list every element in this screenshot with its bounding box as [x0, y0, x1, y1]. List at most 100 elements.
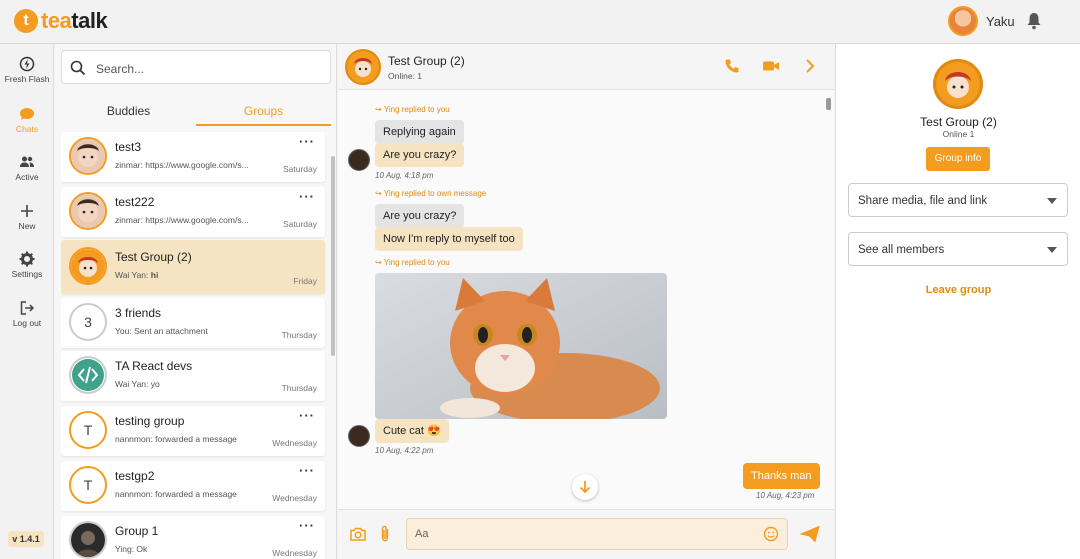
conversation-avatar: T: [69, 466, 107, 504]
conversation-item[interactable]: test222 zinmar: https://www.google.com/s…: [61, 187, 325, 237]
message-bubble[interactable]: Now I'm reply to myself too: [375, 227, 523, 251]
message-timestamp: 10 Aug, 4:18 pm: [375, 171, 434, 180]
more-options-icon[interactable]: ···: [299, 134, 315, 149]
phone-icon[interactable]: [724, 58, 740, 74]
quoted-message[interactable]: Replying again: [375, 120, 464, 144]
message-input[interactable]: Aa: [406, 518, 788, 550]
plus-icon: [21, 205, 33, 217]
conversation-last-message: nannmon: forwarded a message: [115, 489, 237, 499]
side-nav: Fresh Flash Chats Active New Settings Lo…: [0, 44, 54, 559]
conversation-name: test222: [115, 195, 155, 209]
gear-icon: [19, 251, 35, 267]
reply-note: ↪ Ying replied to you: [375, 258, 450, 267]
reply-note: ↪ Ying replied to you: [375, 105, 450, 114]
nav-chats[interactable]: Chats: [0, 106, 54, 134]
list-scrollbar[interactable]: [331, 156, 335, 356]
reply-note: ↪ Ying replied to own message: [375, 189, 487, 198]
group-online-status: Online 1: [942, 129, 975, 139]
chat-panel: Test Group (2) Online: 1 ↪ Ying replied …: [338, 44, 834, 559]
user-name[interactable]: Yaku: [986, 14, 1015, 29]
dropdown-label: Share media, file and link: [858, 195, 988, 207]
conversation-name: TA React devs: [115, 359, 193, 373]
conversation-time: Thursday: [281, 330, 317, 340]
conversation-avatar: [69, 137, 107, 175]
conversation-name: test3: [115, 140, 142, 154]
chat-bubble-icon: [20, 108, 34, 120]
conversation-item[interactable]: 3 3 friends You: Sent an attachment Thur…: [61, 298, 325, 348]
conversation-item-selected[interactable]: Test Group (2) Wai Yan: hi Friday: [61, 240, 325, 294]
camera-icon[interactable]: [349, 526, 367, 542]
nav-label: Log out: [12, 318, 42, 328]
nav-logout[interactable]: Log out: [0, 300, 54, 328]
emoji-icon[interactable]: [763, 526, 779, 542]
group-avatar[interactable]: [345, 49, 381, 85]
search-input[interactable]: Search...: [61, 50, 331, 84]
chevron-right-icon[interactable]: [804, 58, 816, 74]
share-media-dropdown[interactable]: Share media, file and link: [848, 183, 1068, 217]
version-badge: v 1.4.1: [8, 531, 44, 547]
message-input-placeholder: Aa: [415, 528, 429, 540]
sender-avatar[interactable]: [348, 425, 370, 447]
conversation-item[interactable]: TA React devs Wai Yan: yo Thursday: [61, 351, 325, 401]
conversation-name: testing group: [115, 414, 185, 428]
nav-new[interactable]: New: [0, 203, 54, 231]
list-tabs: Buddies Groups: [61, 96, 331, 126]
logo-text: teatalk: [41, 8, 108, 33]
send-icon[interactable]: [800, 525, 820, 543]
tab-buddies[interactable]: Buddies: [61, 96, 196, 126]
video-call-icon[interactable]: [762, 58, 780, 74]
group-avatar-large: [933, 59, 983, 109]
user-avatar[interactable]: [948, 6, 978, 36]
members-dropdown[interactable]: See all members: [848, 232, 1068, 266]
cat-image[interactable]: [375, 273, 667, 419]
tab-groups[interactable]: Groups: [196, 96, 331, 126]
logo[interactable]: t teatalk: [14, 8, 108, 34]
nav-fresh-flash[interactable]: Fresh Flash: [0, 56, 54, 84]
nav-label: Settings: [11, 269, 43, 279]
message-bubble[interactable]: Cute cat 😍: [375, 419, 449, 443]
message-bubble[interactable]: Are you crazy?: [375, 143, 465, 167]
chat-title: Test Group (2): [388, 54, 465, 68]
nav-active[interactable]: Active: [0, 154, 54, 182]
code-icon: [72, 359, 104, 391]
conversation-last-message: Wai Yan: hi: [115, 270, 159, 280]
sender-avatar[interactable]: [348, 149, 370, 171]
own-message-bubble[interactable]: Thanks man: [743, 463, 820, 489]
more-options-icon[interactable]: ···: [299, 463, 315, 478]
chat-header: Test Group (2) Online: 1: [338, 44, 834, 90]
logout-icon: [20, 301, 35, 315]
conversation-item[interactable]: test3 zinmar: https://www.google.com/s..…: [61, 132, 325, 182]
more-options-icon[interactable]: ···: [299, 518, 315, 533]
conversation-avatar: T: [69, 411, 107, 449]
conversation-name: 3 friends: [115, 306, 162, 320]
conversation-item[interactable]: Group 1 Ying: Ok Wednesday ···: [61, 516, 325, 559]
conversation-item[interactable]: T testing group nannmon: forwarded a mes…: [61, 406, 325, 456]
nav-label: New: [18, 221, 36, 231]
more-options-icon[interactable]: ···: [299, 408, 315, 423]
top-bar: t teatalk Yaku: [0, 0, 1080, 44]
scroll-to-bottom-button[interactable]: [572, 474, 598, 500]
chevron-down-icon: [1047, 247, 1057, 253]
leave-group-link[interactable]: Leave group: [836, 284, 1080, 296]
chevron-down-icon: [1047, 198, 1057, 204]
conversation-list: test3 zinmar: https://www.google.com/s..…: [61, 132, 329, 559]
conversation-time: Thursday: [281, 383, 317, 393]
chat-status: Online: 1: [388, 71, 423, 81]
conversation-avatar: [69, 521, 107, 559]
attachment-icon[interactable]: [378, 525, 392, 543]
conversation-item[interactable]: T testgp2 nannmon: forwarded a message W…: [61, 461, 325, 511]
conversation-name: Group 1: [115, 524, 159, 538]
message-timestamp: 10 Aug, 4:22 pm: [375, 446, 434, 455]
conversation-time: Saturday: [282, 219, 317, 229]
logo-mark: t: [14, 9, 38, 33]
quoted-message[interactable]: Are you crazy?: [375, 204, 465, 228]
conversation-avatar: [69, 247, 107, 285]
conversation-name: testgp2: [115, 469, 155, 483]
more-options-icon[interactable]: ···: [299, 189, 315, 204]
bell-icon[interactable]: [1026, 12, 1042, 30]
group-info-button[interactable]: Group info: [926, 147, 990, 171]
search-icon: [70, 60, 86, 76]
nav-settings[interactable]: Settings: [0, 251, 54, 279]
chat-scrollbar[interactable]: [826, 98, 831, 110]
people-icon: [20, 156, 34, 167]
